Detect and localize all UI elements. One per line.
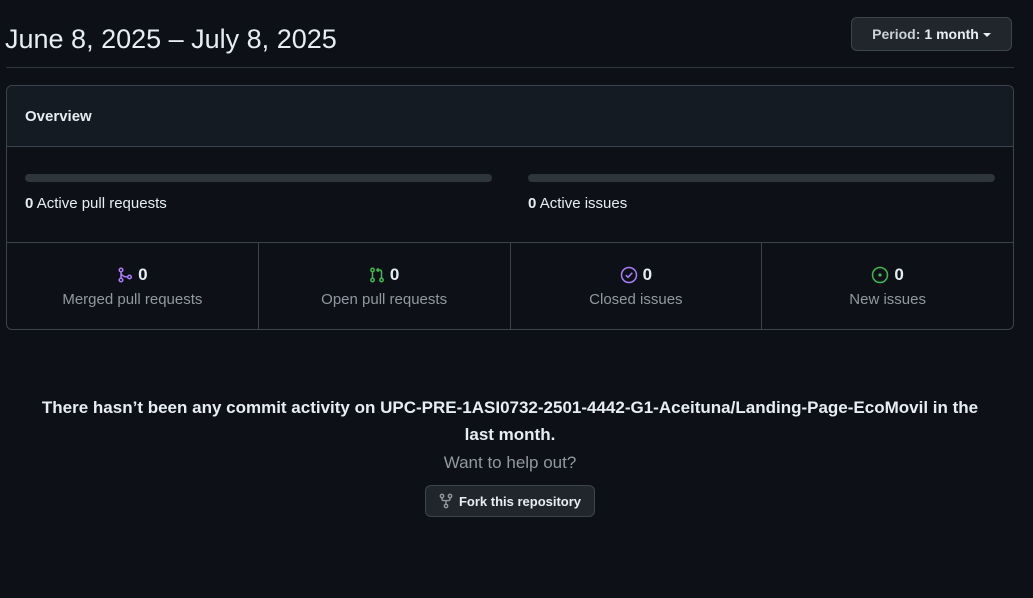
fork-repository-label: Fork this repository: [458, 493, 582, 509]
empty-state-help: Want to help out?: [443, 453, 577, 472]
open-pull-requests-label: Open pull requests: [321, 291, 448, 308]
issue-closed-icon: [620, 266, 637, 284]
active-pull-requests-link[interactable]: 0 Active pull requests: [25, 195, 167, 212]
active-issues-label: Active issues: [539, 195, 628, 212]
closed-issues-count: 0: [642, 265, 653, 284]
caret-down-icon: [982, 32, 991, 37]
issue-opened-icon: [872, 266, 889, 284]
fork-repository-button[interactable]: Fork this repository: [425, 485, 595, 517]
pull-requests-progress-bar: [25, 174, 492, 182]
git-pull-request-icon: [369, 267, 384, 283]
merged-pull-requests-stat[interactable]: 0 Merged pull requests: [7, 243, 259, 329]
open-pull-requests-stat[interactable]: 0 Open pull requests: [259, 243, 511, 329]
new-issues-label: New issues: [849, 291, 926, 308]
date-range-title: June 8, 2025 – July 8, 2025: [5, 24, 337, 54]
open-pull-requests-count: 0: [389, 265, 400, 284]
period-value: 1 month: [924, 26, 979, 42]
new-issues-stat[interactable]: 0 New issues: [762, 243, 1013, 329]
new-issues-count: 0: [894, 265, 904, 284]
merged-pull-requests-count: 0: [138, 265, 148, 284]
header-divider: [6, 67, 1014, 68]
overview-stats: 0 Merged pull requests 0 Open pull reque…: [7, 243, 1013, 329]
git-merge-icon: [118, 267, 133, 283]
period-label: Period:: [872, 26, 921, 42]
commit-activity-empty-state: There hasn’t been any commit activity on…: [0, 394, 1020, 474]
repo-forked-icon: [439, 493, 453, 509]
pulse-header: June 8, 2025 – July 8, 2025 Period: 1 mo…: [0, 0, 1033, 68]
active-issues-count: 0: [528, 195, 537, 212]
active-issues-link[interactable]: 0 Active issues: [528, 195, 627, 212]
active-pull-requests-count: 0: [25, 195, 34, 212]
active-pull-requests-label: Active pull requests: [36, 195, 167, 212]
closed-issues-label: Closed issues: [589, 291, 683, 308]
overview-summary: 0 Active pull requests 0 Active issues: [7, 147, 1013, 243]
empty-state-message: There hasn’t been any commit activity on…: [41, 398, 979, 444]
issues-progress-bar: [528, 174, 995, 182]
closed-issues-stat[interactable]: 0 Closed issues: [511, 243, 763, 329]
overview-title: Overview: [7, 86, 1013, 147]
period-dropdown-button[interactable]: Period: 1 month: [851, 17, 1012, 51]
merged-pull-requests-label: Merged pull requests: [62, 291, 203, 308]
overview-panel: Overview 0 Active pull requests 0 Active…: [6, 85, 1014, 330]
